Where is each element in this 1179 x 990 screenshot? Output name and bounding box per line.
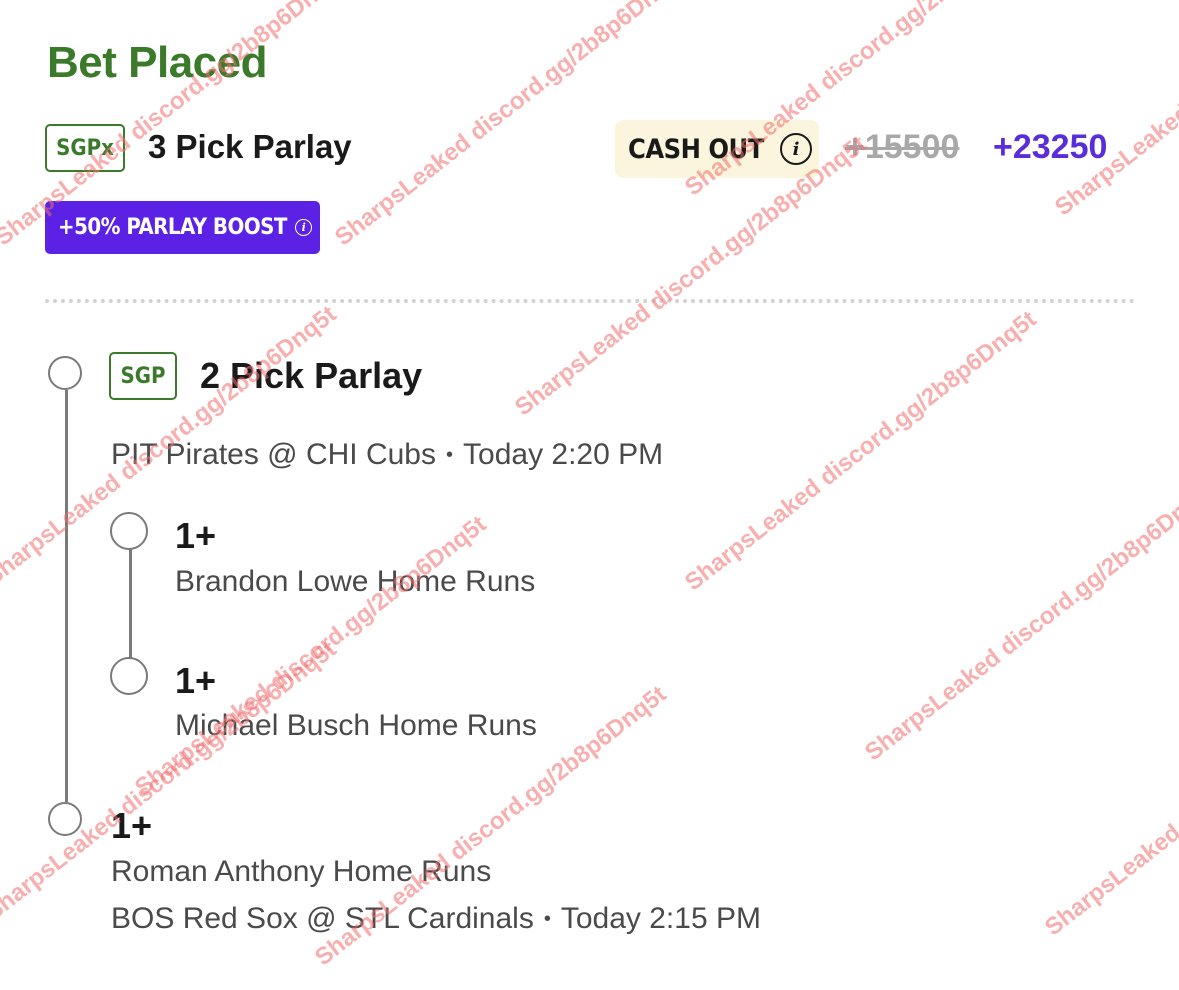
leg-description: Michael Busch Home Runs (175, 709, 537, 742)
parlay-boost-label: +50% PARLAY BOOST (58, 215, 287, 240)
parlay-title: 3 Pick Parlay (148, 128, 352, 165)
leg-line: 1+ (175, 515, 217, 556)
single-leg-game-info: BOS Red Sox @ STL Cardinals • Today 2:15 P… (111, 902, 761, 936)
divider (45, 299, 1135, 303)
original-odds: +15500 (845, 128, 960, 166)
sub-leg-timeline-line (129, 548, 132, 658)
boosted-odds: +23250 (993, 128, 1108, 166)
sub-parlay-status-circle (48, 356, 82, 390)
separator-dot: • (446, 444, 454, 466)
sub-parlay-game: PIT Pirates @ CHI Cubs (111, 438, 436, 471)
single-leg-line: 1+ (111, 805, 153, 846)
sgp-badge: SGP (109, 352, 177, 400)
watermark-text: SharpsLeaked discord.gg/2b8p6Dnq5t (1040, 650, 1179, 942)
leg-description: Brandon Lowe Home Runs (175, 565, 536, 598)
sgpx-badge: SGPx (45, 124, 125, 172)
leg-status-circle (110, 657, 148, 695)
watermark-text: SharpsLeaked discord.gg/2b8p6Dnq5t (1050, 0, 1179, 222)
leg-line: 1+ (175, 660, 217, 701)
sub-parlay-game-info: PIT Pirates @ CHI Cubs • Today 2:20 PM (111, 438, 663, 472)
watermark-text: SharpsLeaked discord.gg/2b8p6Dnq5t (680, 305, 1042, 597)
sub-parlay-title: 2 Pick Parlay (200, 355, 423, 396)
single-leg-time: Today 2:15 PM (560, 902, 761, 935)
boost-info-icon[interactable]: i (294, 219, 312, 236)
cash-out-label: CASH OUT (628, 133, 764, 165)
watermark-text: SharpsLeaked discord.gg/2b8p6Dnq5t (860, 475, 1179, 767)
separator-dot: • (543, 908, 551, 930)
single-leg-status-circle (48, 802, 82, 836)
parlay-boost-badge[interactable]: +50% PARLAY BOOST i (45, 201, 320, 254)
single-leg-description: Roman Anthony Home Runs (111, 855, 492, 888)
info-icon[interactable]: i (779, 133, 812, 165)
single-leg-game: BOS Red Sox @ STL Cardinals (111, 902, 534, 935)
cash-out-button[interactable]: CASH OUT i (615, 120, 819, 178)
bet-placed-title: Bet Placed (47, 38, 267, 87)
timeline-line (65, 390, 68, 802)
sub-parlay-time: Today 2:20 PM (463, 438, 664, 471)
leg-status-circle (110, 512, 148, 550)
